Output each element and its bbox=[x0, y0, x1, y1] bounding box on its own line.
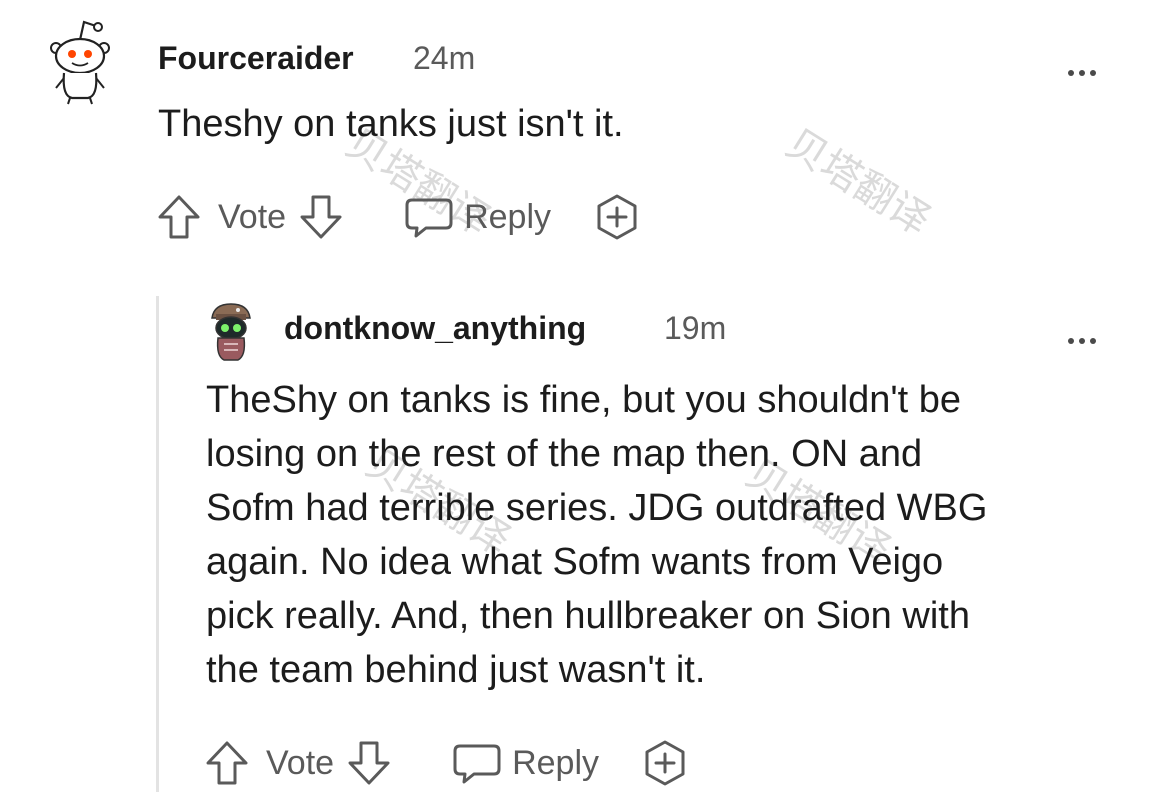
comment-body-line: losing on the rest of the map then. ON a… bbox=[206, 433, 923, 475]
dot-icon bbox=[1068, 338, 1074, 344]
dot-icon bbox=[1090, 338, 1096, 344]
dot-icon bbox=[1068, 70, 1074, 76]
more-options-button[interactable] bbox=[1068, 52, 1101, 82]
comment-timestamp: 24m bbox=[413, 40, 476, 76]
comment-author[interactable]: dontknow_anything bbox=[284, 310, 586, 347]
comment-body: Theshy on tanks just isn't it. bbox=[158, 103, 624, 145]
comment-body-line: TheShy on tanks is fine, but you shouldn… bbox=[206, 379, 962, 421]
reddit-snoo-icon bbox=[50, 20, 110, 105]
reply-button[interactable]: Reply bbox=[404, 194, 551, 240]
dot-icon bbox=[1079, 338, 1085, 344]
comment-dontknow-anything: dontknow_anything 19m TheShy on tanks is… bbox=[0, 270, 1156, 792]
comment-body: TheShy on tanks is fine, but you shouldn… bbox=[206, 373, 987, 697]
comment-body-line: the team behind just wasn't it. bbox=[206, 649, 706, 691]
comment-bubble-icon bbox=[453, 744, 501, 784]
award-button[interactable] bbox=[641, 739, 689, 787]
reply-button[interactable]: Reply bbox=[452, 740, 599, 786]
comment-author[interactable]: Fourceraider bbox=[158, 40, 354, 77]
downvote-button[interactable] bbox=[346, 739, 392, 787]
comment-fourceraider: Fourceraider 24m Theshy on tanks just is… bbox=[0, 0, 1156, 270]
dot-icon bbox=[1079, 70, 1085, 76]
more-options-button[interactable] bbox=[1068, 320, 1101, 350]
downvote-button[interactable] bbox=[298, 193, 344, 241]
dot-icon bbox=[1090, 70, 1096, 76]
comment-body-line: again. No idea what Sofm wants from Veig… bbox=[206, 541, 944, 583]
vote-label: Vote bbox=[218, 197, 287, 236]
comment-body-line: Sofm had terrible series. JDG outdrafted… bbox=[206, 487, 988, 529]
comment-actions: Vote Reply bbox=[204, 738, 689, 788]
add-award-icon bbox=[645, 740, 685, 786]
reply-label: Reply bbox=[512, 743, 600, 782]
comment-bubble-icon bbox=[405, 198, 453, 238]
avatar-character-icon bbox=[211, 303, 251, 361]
upvote-arrow-icon bbox=[158, 195, 200, 239]
upvote-button[interactable] bbox=[204, 739, 250, 787]
comment-actions: Vote Reply bbox=[156, 192, 641, 242]
downvote-arrow-icon bbox=[300, 195, 342, 239]
add-award-icon bbox=[597, 194, 637, 240]
upvote-arrow-icon bbox=[206, 741, 248, 785]
downvote-arrow-icon bbox=[348, 741, 390, 785]
reply-label: Reply bbox=[464, 197, 552, 236]
comment-body-line: pick really. And, then hullbreaker on Si… bbox=[206, 595, 970, 637]
avatar[interactable] bbox=[46, 18, 114, 106]
comment-timestamp: 19m bbox=[664, 310, 727, 346]
award-button[interactable] bbox=[593, 193, 641, 241]
upvote-button[interactable] bbox=[156, 193, 202, 241]
avatar[interactable] bbox=[206, 300, 256, 364]
vote-label: Vote bbox=[266, 743, 335, 782]
